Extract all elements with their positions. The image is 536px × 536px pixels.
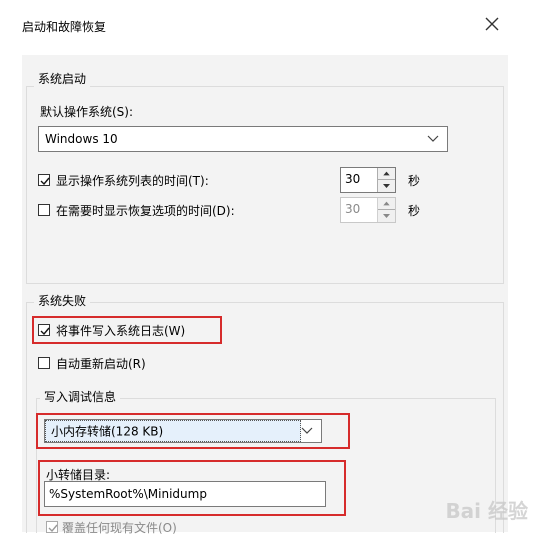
show-os-list-checkbox[interactable] <box>38 174 50 186</box>
watermark: Bai 经验 <box>445 499 528 523</box>
window-title: 启动和故障恢复 <box>22 20 107 34</box>
debug-info-label: 写入调试信息 <box>40 388 121 405</box>
spinner-up-icon[interactable] <box>378 168 395 180</box>
highlight-box-dump-dir <box>38 460 346 516</box>
spinner-down-icon[interactable] <box>378 210 395 222</box>
overwrite-label: 覆盖任何现有文件(O) <box>62 521 177 535</box>
overwrite-checkbox[interactable] <box>46 521 58 533</box>
show-recovery-unit: 秒 <box>408 204 421 218</box>
show-recovery-label: 在需要时显示恢复选项的时间(D): <box>56 204 235 218</box>
show-recovery-checkbox[interactable] <box>38 204 50 216</box>
show-os-list-label: 显示操作系统列表的时间(T): <box>56 174 209 188</box>
chevron-down-icon <box>427 135 439 142</box>
auto-restart-label: 自动重新启动(R) <box>56 357 146 371</box>
checkmark-icon <box>40 177 50 186</box>
show-recovery-time-value: 30 <box>345 202 361 216</box>
default-os-value: Windows 10 <box>45 132 118 146</box>
show-os-list-time-value: 30 <box>345 172 361 186</box>
default-os-select[interactable]: Windows 10 <box>38 126 448 152</box>
spinner-up-icon[interactable] <box>378 198 395 210</box>
show-os-list-unit: 秒 <box>408 174 421 188</box>
highlight-box-debug-info <box>36 413 350 449</box>
show-os-list-time-spinner[interactable]: 30 <box>340 167 396 193</box>
system-startup-label: 系统启动 <box>34 70 91 87</box>
auto-restart-checkbox[interactable] <box>38 357 50 369</box>
close-icon[interactable] <box>482 14 502 34</box>
default-os-label: 默认操作系统(S): <box>40 105 134 119</box>
checkmark-icon <box>48 524 58 533</box>
show-recovery-time-spinner[interactable]: 30 <box>340 197 396 223</box>
spinner-down-icon[interactable] <box>378 180 395 192</box>
system-failure-label: 系统失败 <box>34 292 91 309</box>
highlight-box-event-log <box>32 316 222 344</box>
